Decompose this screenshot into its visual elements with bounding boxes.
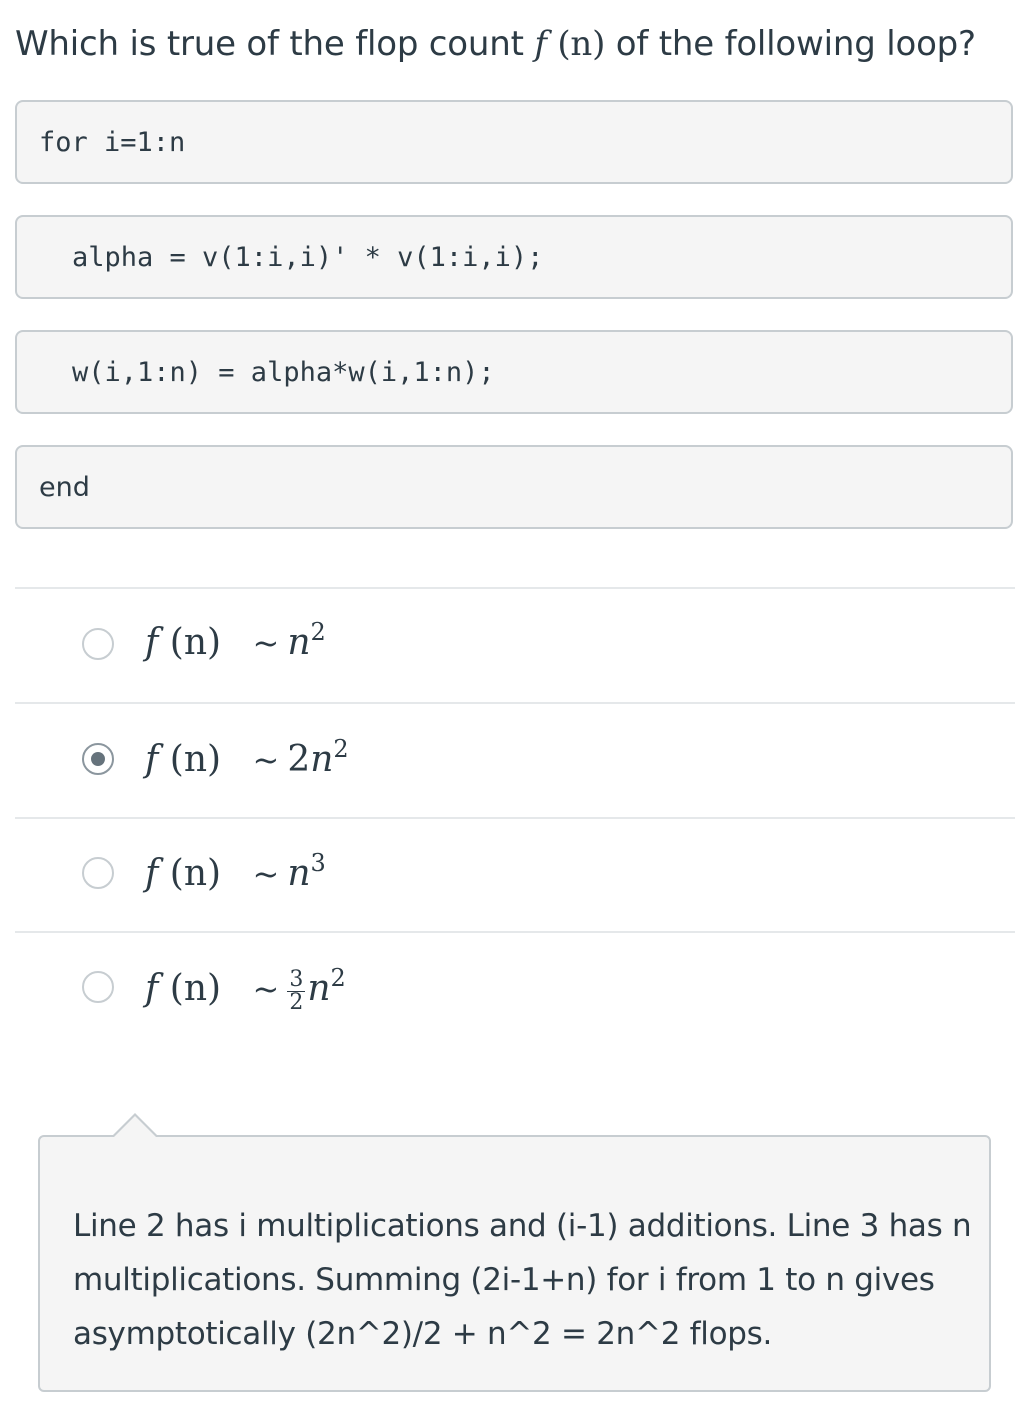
option-arg: (n)	[169, 968, 222, 1009]
option-f: f	[145, 739, 159, 780]
answer-option-3[interactable]: f (n) ~ n3	[15, 819, 1015, 931]
option-tilde: ~	[252, 855, 280, 893]
option-base: n	[287, 622, 311, 663]
question-suffix: of the following loop?	[615, 24, 976, 64]
feedback-pointer-fill	[114, 1116, 156, 1137]
radio-button[interactable]	[82, 857, 114, 889]
option-base: n	[287, 853, 311, 894]
code-line-2-box: alpha = v(1:i,i)' * v(1:i,i);	[15, 215, 1013, 299]
answer-option-label: f (n) ~3 2 n2	[145, 964, 346, 1015]
answer-option-4[interactable]: f (n) ~3 2 n2	[15, 933, 1015, 1045]
option-exponent: 2	[330, 964, 346, 992]
answer-option-label: f (n) ~ n3	[145, 849, 326, 896]
option-f: f	[145, 853, 159, 894]
option-exponent: 3	[310, 849, 326, 877]
code-line-4-box: end	[15, 445, 1013, 529]
radio-button-selected[interactable]	[82, 743, 114, 775]
feedback-text: Line 2 has i multiplications and (i-1) a…	[73, 1208, 972, 1352]
option-base: n	[310, 739, 334, 780]
option-base: n	[307, 968, 331, 1009]
option-arg: (n)	[169, 853, 222, 894]
code-line-4: end	[39, 472, 90, 503]
answer-option-2[interactable]: f (n) ~2n2	[15, 704, 1015, 816]
radio-button[interactable]	[82, 971, 114, 1003]
question-text: Which is true of the flop count f (n) of…	[15, 22, 976, 66]
code-line-3-box: w(i,1:n) = alpha*w(i,1:n);	[15, 330, 1013, 414]
option-coefficient: 2	[287, 739, 311, 780]
radio-button[interactable]	[82, 628, 114, 660]
option-exponent: 2	[310, 618, 326, 646]
option-tilde: ~	[252, 970, 280, 1008]
answer-option-label: f (n) ~2n2	[145, 735, 349, 782]
question-math-arg: (n)	[557, 24, 606, 64]
code-line-3: w(i,1:n) = alpha*w(i,1:n);	[72, 357, 495, 388]
question-math: f (n)	[534, 24, 615, 64]
code-line-2: alpha = v(1:i,i)' * v(1:i,i);	[72, 242, 544, 273]
question-prefix: Which is true of the flop count	[15, 24, 524, 64]
option-f: f	[145, 622, 159, 663]
option-f: f	[145, 968, 159, 1009]
option-tilde: ~	[252, 624, 280, 662]
fraction-numerator: 3	[287, 966, 306, 992]
option-arg: (n)	[169, 622, 222, 663]
code-line-1-box: for i=1:n	[15, 100, 1013, 184]
answer-option-label: f (n) ~ n2	[145, 618, 326, 665]
fraction-denominator: 2	[289, 989, 304, 1015]
option-fraction: 32	[287, 966, 306, 1015]
option-arg: (n)	[169, 739, 222, 780]
question-math-f: f	[534, 24, 547, 64]
code-line-1: for i=1:n	[39, 127, 186, 158]
option-tilde: ~	[252, 741, 280, 779]
answer-feedback-box: Line 2 has i multiplications and (i-1) a…	[38, 1113, 991, 1392]
option-exponent: 2	[333, 735, 349, 763]
answer-option-1[interactable]: f (n) ~ n2	[15, 589, 1015, 701]
